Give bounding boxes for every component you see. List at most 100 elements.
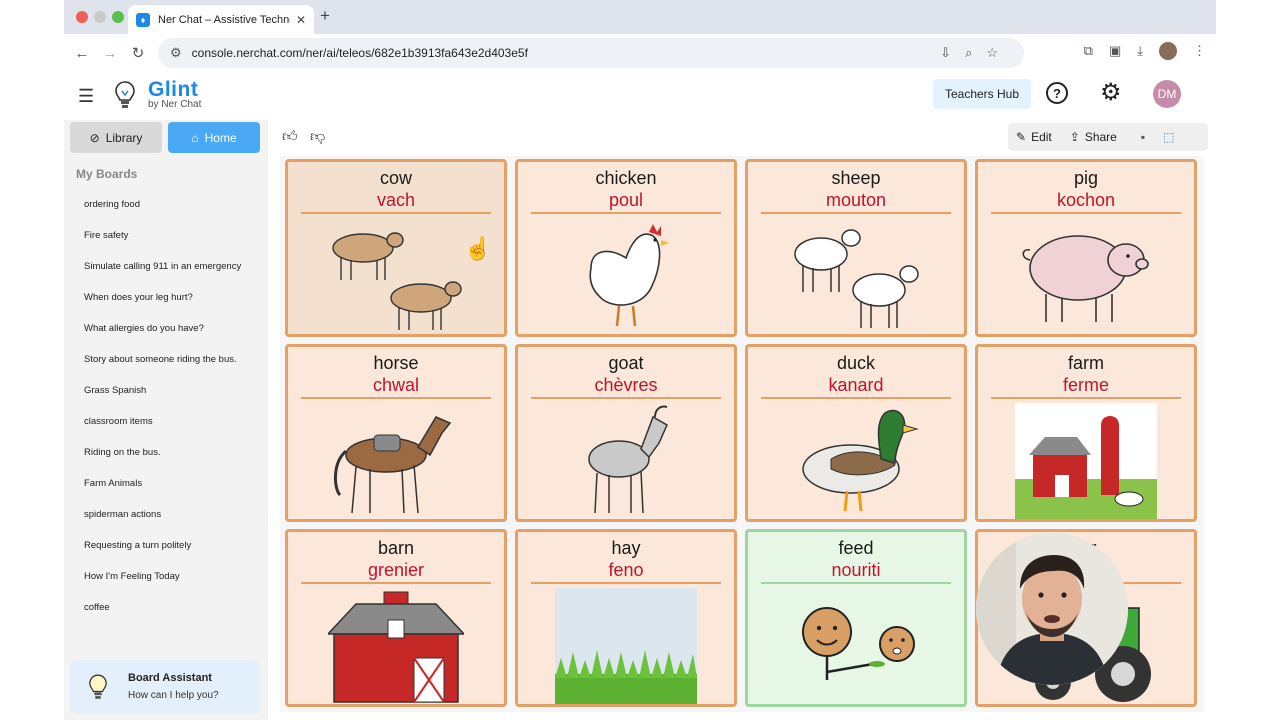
home-icon: ⌂ [191, 130, 199, 145]
board-item[interactable]: Riding on the bus. [84, 446, 260, 460]
symbol-card[interactable]: hay feno [515, 529, 737, 707]
board-item[interactable]: Requesting a turn politely [84, 539, 260, 553]
card-divider [301, 212, 491, 214]
brand-subtitle: by Ner Chat [148, 99, 202, 110]
board-item[interactable]: Story about someone riding the bus. [84, 353, 260, 367]
app-header: ☰ Glint by Ner Chat Teachers Hub ? ⚙ DM [64, 72, 1216, 120]
share-icon: ⇪ [1069, 130, 1080, 144]
address-bar[interactable]: ⚙ console.nerchat.com/ner/ai/teleos/682e… [158, 38, 1024, 68]
symbol-card[interactable]: horse chwal [285, 344, 507, 522]
symbol-card[interactable]: barn grenier [285, 529, 507, 707]
extensions-icon[interactable]: ⧉ [1084, 43, 1093, 59]
browser-menu-icon[interactable]: ⋮ [1193, 43, 1206, 59]
card-translation: kanard [828, 375, 884, 395]
edit-label: Edit [1031, 130, 1052, 144]
symbol-card[interactable]: goat chèvres [515, 344, 737, 522]
card-divider [301, 397, 491, 399]
thumbs-down-icon[interactable]: 👎︎ [310, 128, 325, 146]
symbol-card[interactable]: feed nouriti [745, 529, 967, 707]
edit-button[interactable]: ✎ Edit [1016, 130, 1052, 144]
board-item[interactable]: Simulate calling 911 in an emergency [84, 260, 260, 274]
sheep-icon [766, 218, 946, 334]
browser-tab[interactable]: ♦ Ner Chat – Assistive Technolo ✕ [128, 5, 314, 34]
minimize-window-button[interactable] [94, 11, 106, 23]
collapse-menu-icon[interactable]: ☰ [78, 86, 94, 107]
new-tab-icon[interactable]: + [320, 6, 330, 26]
board-toolbar: 👍︎ 👎︎ ✎ Edit ⇪ Share ▪ ⬚ [276, 120, 1208, 154]
pencil-icon: ✎ [1016, 130, 1027, 144]
card-label: horse [373, 353, 419, 373]
board-item[interactable]: What allergies do you have? [84, 322, 260, 336]
maximize-window-button[interactable] [112, 11, 124, 23]
board-item[interactable]: Farm Animals [84, 477, 260, 491]
board-item[interactable]: ordering food [84, 198, 260, 212]
card-divider [531, 582, 721, 584]
board-item[interactable]: spiderman actions [84, 508, 260, 522]
card-translation: mouton [825, 190, 887, 210]
card-translation: feno [608, 560, 644, 580]
card-label: feed [838, 538, 874, 558]
board-assistant-card[interactable]: Board Assistant How can I help you? [70, 660, 260, 714]
site-info-icon[interactable]: ⚙ [170, 45, 182, 61]
user-avatar[interactable]: DM [1153, 80, 1181, 108]
card-label: farm [1068, 353, 1104, 373]
forward-icon[interactable]: → [96, 45, 124, 62]
back-icon[interactable]: ← [68, 45, 96, 62]
board-item[interactable]: Fire safety [84, 229, 260, 243]
webcam-overlay [976, 533, 1128, 685]
feed-icon [766, 588, 946, 704]
save-icon[interactable]: ▪ [1141, 130, 1145, 144]
download-icon[interactable]: ⤓ [1137, 43, 1143, 59]
card-label: barn [377, 538, 415, 558]
thumbs-up-icon[interactable]: 👍︎ [282, 128, 298, 146]
card-divider [761, 582, 951, 584]
left-margin [0, 0, 64, 720]
card-translation: chèvres [594, 375, 658, 395]
teachers-hub-button[interactable]: Teachers Hub [933, 79, 1031, 109]
card-translation: poul [608, 190, 644, 210]
library-button[interactable]: ⊘ Library [70, 122, 162, 153]
tab-title: Ner Chat – Assistive Technolo [158, 13, 290, 26]
bookmark-star-icon[interactable]: ☆ [986, 45, 998, 61]
assistant-title: Board Assistant [128, 672, 212, 684]
card-divider [991, 212, 1181, 214]
symbol-card[interactable]: chicken poul [515, 159, 737, 337]
install-app-icon[interactable]: ⇩ [940, 45, 951, 61]
board-item[interactable]: When does your leg hurt? [84, 291, 260, 305]
card-divider [301, 582, 491, 584]
close-window-button[interactable] [76, 11, 88, 23]
card-label: duck [836, 353, 876, 373]
tab-search-icon[interactable]: ▣ [1109, 43, 1121, 59]
share-label: Share [1084, 130, 1117, 144]
board-list: ordering food Fire safety Simulate calli… [84, 198, 260, 632]
board-item[interactable]: coffee [84, 601, 260, 615]
help-icon[interactable]: ? [1046, 82, 1068, 104]
barn-icon [306, 588, 486, 704]
symbol-card[interactable]: farm ferme [975, 344, 1197, 522]
symbol-card[interactable]: sheep mouton [745, 159, 967, 337]
card-divider [531, 397, 721, 399]
right-margin [1216, 0, 1280, 720]
card-label: sheep [831, 168, 881, 188]
board-item[interactable]: Grass Spanish [84, 384, 260, 398]
compass-icon: ⊘ [89, 130, 100, 145]
card-translation: nouriti [831, 560, 881, 580]
card-translation: ferme [1062, 375, 1109, 395]
my-boards-heading: My Boards [76, 167, 138, 181]
tab-close-icon[interactable]: ✕ [296, 13, 306, 27]
symbol-card[interactable]: pig kochon [975, 159, 1197, 337]
select-area-icon[interactable]: ⬚ [1163, 130, 1174, 144]
home-button[interactable]: ⌂ Home [168, 122, 260, 153]
settings-gear-icon[interactable]: ⚙ [1100, 78, 1122, 107]
symbol-card[interactable]: duck kanard [745, 344, 967, 522]
card-label: pig [1073, 168, 1099, 188]
board-item[interactable]: classroom items [84, 415, 260, 429]
profile-avatar[interactable] [1159, 42, 1177, 60]
board-item[interactable]: How I'm Feeling Today [84, 570, 260, 584]
share-button[interactable]: ⇪ Share [1070, 130, 1117, 144]
library-label: Library [105, 130, 143, 145]
reload-icon[interactable]: ↻ [124, 44, 152, 62]
zoom-icon[interactable]: ⌕ [965, 45, 972, 61]
lightbulb-logo-icon [115, 81, 135, 108]
card-translation: kochon [1056, 190, 1116, 210]
